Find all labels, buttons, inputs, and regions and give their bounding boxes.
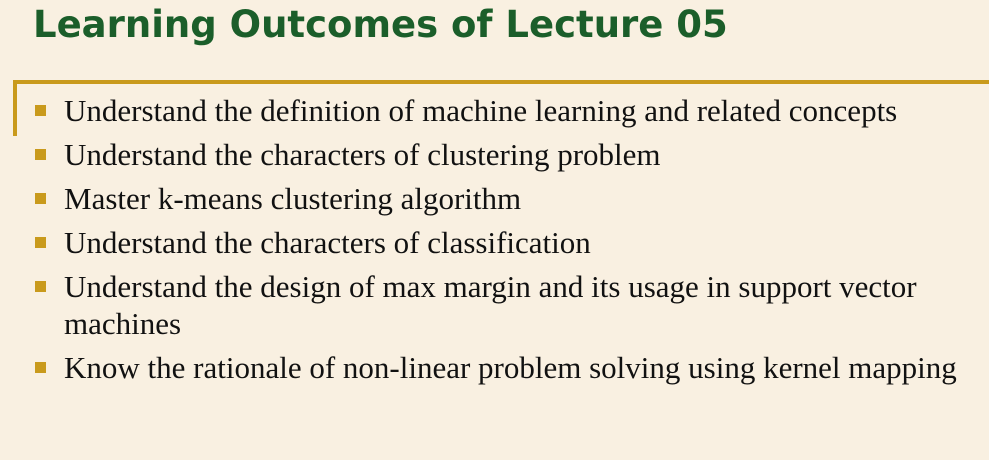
accent-bar bbox=[13, 80, 17, 136]
square-bullet-icon bbox=[35, 149, 46, 160]
outcome-text: Understand the characters of classificat… bbox=[64, 225, 591, 260]
square-bullet-icon bbox=[35, 105, 46, 116]
outcome-item: Understand the characters of classificat… bbox=[33, 224, 978, 261]
slide-title: Learning Outcomes of Lecture 05 bbox=[33, 3, 728, 46]
outcome-item: Understand the design of max margin and … bbox=[33, 268, 978, 342]
outcome-text: Understand the definition of machine lea… bbox=[64, 93, 898, 128]
outcome-item: Master k-means clustering algorithm bbox=[33, 180, 978, 217]
title-divider bbox=[13, 80, 989, 84]
square-bullet-icon bbox=[35, 237, 46, 248]
outcome-list: Understand the definition of machine lea… bbox=[33, 92, 978, 393]
outcome-text: Know the rationale of non-linear problem… bbox=[64, 350, 957, 385]
square-bullet-icon bbox=[35, 193, 46, 204]
outcome-text: Master k-means clustering algorithm bbox=[64, 181, 522, 216]
outcome-item: Know the rationale of non-linear problem… bbox=[33, 349, 978, 386]
square-bullet-icon bbox=[35, 362, 46, 373]
outcome-item: Understand the definition of machine lea… bbox=[33, 92, 978, 129]
outcome-text: Understand the characters of clustering … bbox=[64, 137, 661, 172]
outcome-text: Understand the design of max margin and … bbox=[64, 269, 917, 341]
outcome-item: Understand the characters of clustering … bbox=[33, 136, 978, 173]
square-bullet-icon bbox=[35, 281, 46, 292]
